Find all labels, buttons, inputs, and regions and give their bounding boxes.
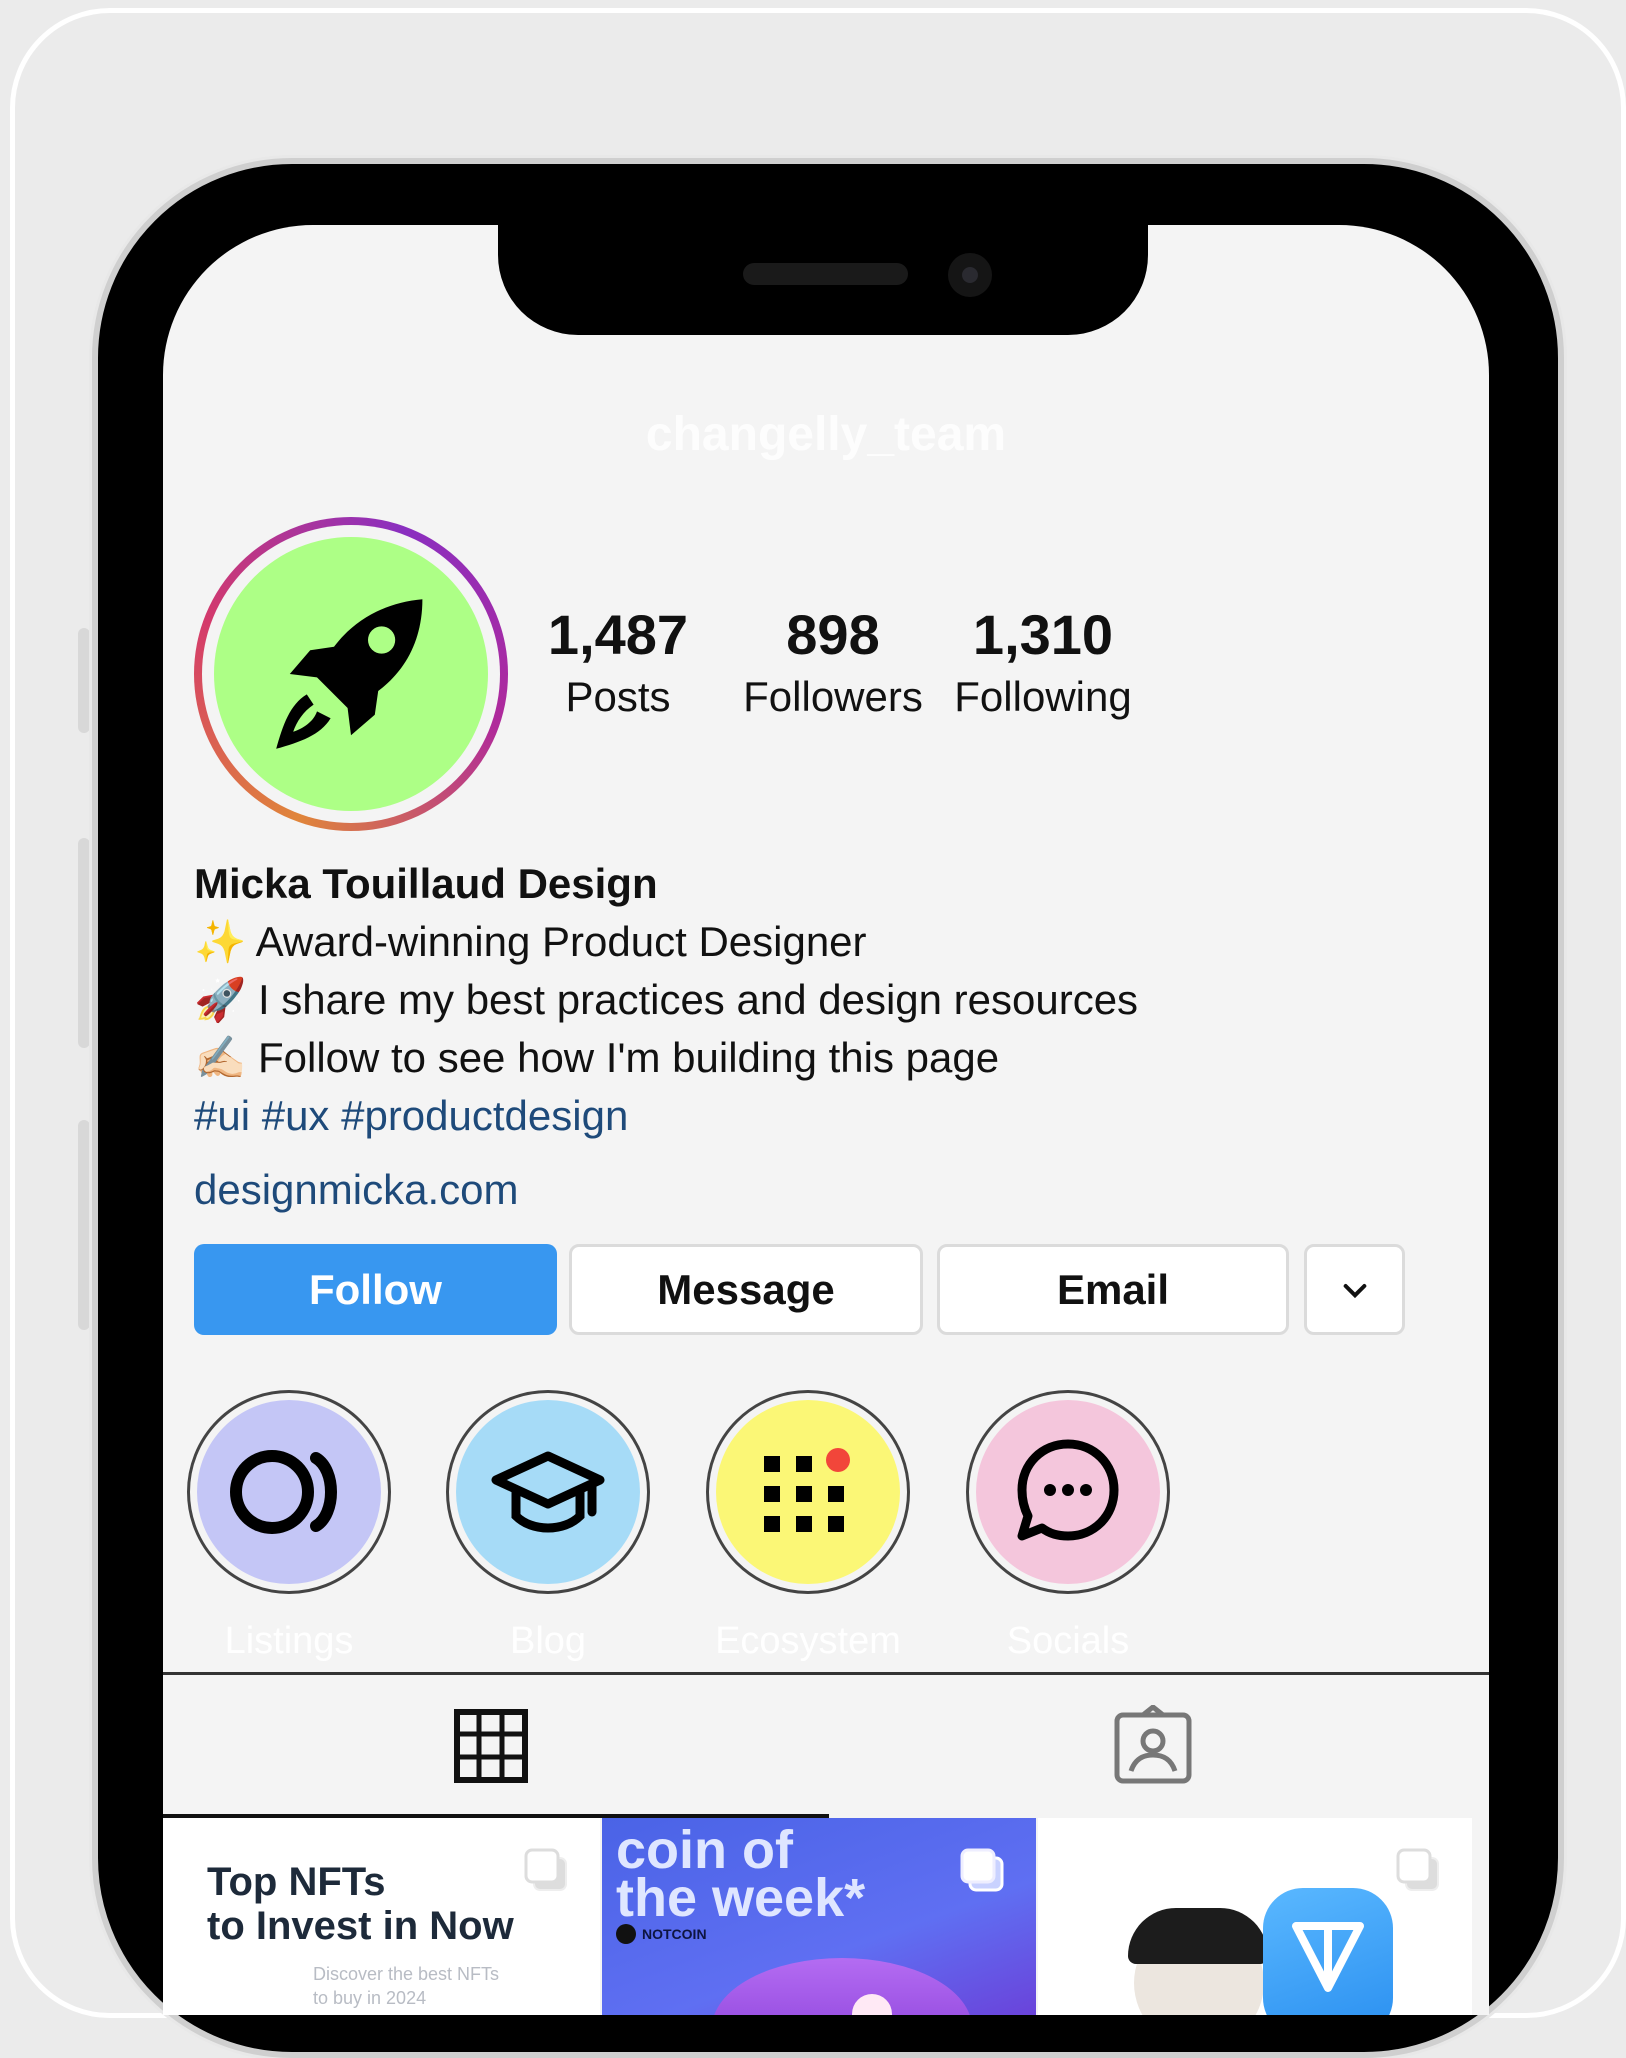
notcoin-logo-icon bbox=[616, 1924, 636, 1944]
multiple-posts-icon bbox=[524, 1848, 567, 1891]
highlight-socials[interactable] bbox=[966, 1390, 1170, 1594]
grid-dots-icon bbox=[764, 1448, 850, 1532]
highlight-label: Blog bbox=[509, 1620, 587, 1662]
volume-down-button bbox=[78, 1120, 90, 1330]
post-thumbnail-nfts[interactable]: Top NFTs to Invest in Now Discover the b… bbox=[163, 1818, 600, 2015]
profile-username: changelly_team bbox=[645, 408, 1007, 461]
chevron-down-icon bbox=[1343, 1283, 1366, 1298]
message-button[interactable]: Message bbox=[569, 1244, 923, 1335]
mute-switch bbox=[78, 628, 90, 733]
notch bbox=[498, 225, 1148, 335]
highlight-label: Listings bbox=[224, 1620, 354, 1662]
profile-name: Micka Touillaud Design bbox=[194, 860, 658, 907]
bio-website-link[interactable]: designmicka.com bbox=[194, 1161, 1454, 1219]
front-camera bbox=[948, 253, 992, 297]
post-brand: NOTCOIN bbox=[616, 1924, 707, 1944]
bio-line: ✍🏻 Follow to see how I'm building this p… bbox=[194, 1034, 1000, 1081]
sparkles-emoji: ✨ bbox=[194, 918, 247, 965]
bio-line: 🚀 I share my best practices and design r… bbox=[194, 976, 1139, 1023]
avatar bbox=[214, 537, 488, 811]
profile-screen: changelly_team 1,487 Posts 898 Followers… bbox=[163, 225, 1489, 2015]
highlight-label: Socials bbox=[1006, 1620, 1130, 1662]
tab-grid[interactable] bbox=[453, 1708, 539, 1794]
multiple-posts-icon bbox=[960, 1848, 1004, 1892]
tagged-user-icon bbox=[1114, 1703, 1192, 1784]
stat-following[interactable]: 1,310 Following bbox=[888, 600, 1198, 724]
stat-following-value: 1,310 bbox=[972, 603, 1114, 666]
post-thumbnail-coin-of-week[interactable]: coin of the week* NOTCOIN bbox=[602, 1818, 1036, 2015]
avatar-story-ring[interactable] bbox=[194, 517, 508, 831]
email-button[interactable]: Email bbox=[937, 1244, 1289, 1335]
post-title: coin of the week* bbox=[616, 1820, 866, 1928]
person-cap bbox=[1128, 1908, 1268, 1964]
profile-tab-bar bbox=[163, 1672, 1489, 1817]
writing-hand-emoji: ✍🏻 bbox=[194, 1034, 247, 1081]
highlight-blog[interactable] bbox=[446, 1390, 650, 1594]
stat-following-label: Following bbox=[954, 673, 1132, 720]
tab-tagged[interactable] bbox=[1113, 1703, 1199, 1791]
highlight-label: Ecosystem bbox=[715, 1620, 901, 1662]
grid-icon bbox=[454, 1709, 528, 1783]
bio-line: ✨ Award-winning Product Designer bbox=[194, 918, 867, 965]
highlight-ecosystem[interactable] bbox=[706, 1390, 910, 1594]
graduation-cap-icon bbox=[491, 1451, 605, 1533]
follow-button[interactable]: Follow bbox=[194, 1244, 557, 1335]
volume-up-button bbox=[78, 838, 90, 1048]
bio-hashtags[interactable]: #ui #ux #productdesign bbox=[194, 1087, 1454, 1145]
post-subtitle: Discover the best NFTs to buy in 2024 bbox=[313, 1964, 500, 2008]
chat-bubble-icon bbox=[1017, 1439, 1119, 1541]
multiple-posts-icon bbox=[1396, 1848, 1439, 1891]
post-title: Top NFTs to Invest in Now bbox=[207, 1860, 514, 1948]
bio-section: Micka Touillaud Design ✨ Award-winning P… bbox=[194, 855, 1454, 1219]
ton-logo-badge bbox=[1263, 1888, 1393, 2015]
more-options-button[interactable] bbox=[1304, 1244, 1405, 1335]
post-thumbnail-ton[interactable] bbox=[1038, 1818, 1472, 2015]
listings-icon bbox=[230, 1450, 337, 1534]
highlight-listings[interactable] bbox=[187, 1390, 391, 1594]
speaker bbox=[743, 263, 908, 285]
coin-illustration bbox=[712, 1958, 972, 2015]
rocket-emoji: 🚀 bbox=[194, 976, 247, 1023]
rocket-icon bbox=[276, 599, 423, 749]
ton-logo-icon bbox=[1292, 1922, 1364, 1992]
